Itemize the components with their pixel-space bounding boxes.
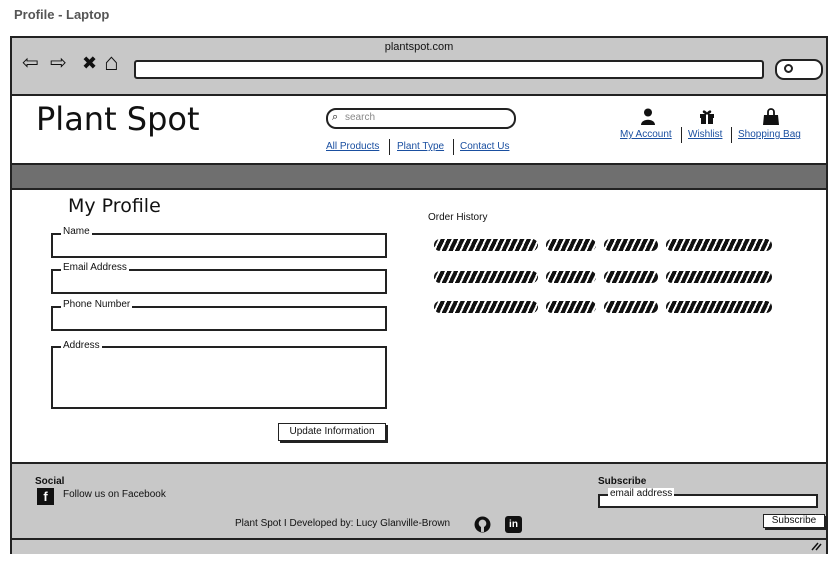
account-divider <box>681 127 682 143</box>
phone-label: Phone Number <box>61 299 133 310</box>
facebook-link[interactable]: Follow us on Facebook <box>63 489 166 500</box>
page-label: Profile - Laptop <box>14 7 110 22</box>
back-icon[interactable]: ⇦ <box>22 52 39 74</box>
order-scribble <box>546 271 596 283</box>
email-label: Email Address <box>61 262 129 273</box>
my-account-link[interactable]: My Account <box>620 129 672 140</box>
order-scribble <box>434 271 538 283</box>
subscribe-title: Subscribe <box>598 476 647 487</box>
order-history-title: Order History <box>428 212 488 223</box>
footer-credit: Plant Spot I Developed by: Lucy Glanvill… <box>235 518 451 529</box>
close-icon[interactable]: ✖ <box>82 52 97 74</box>
nav-all-products[interactable]: All Products <box>326 141 379 152</box>
facebook-icon[interactable]: f <box>37 488 54 505</box>
footer: Social f Follow us on Facebook Subscribe… <box>12 462 826 540</box>
search-input[interactable]: ⌕ search <box>326 108 516 129</box>
order-scribble <box>434 239 538 251</box>
name-field[interactable] <box>51 233 387 258</box>
wishlist-link[interactable]: Wishlist <box>688 129 722 140</box>
address-label: Address <box>61 340 102 351</box>
social-title: Social <box>35 476 65 487</box>
gift-icon[interactable] <box>699 109 715 125</box>
subscribe-button[interactable]: Subscribe <box>763 514 825 528</box>
address-field[interactable] <box>51 346 387 409</box>
site-logo[interactable]: Plant Spot <box>36 100 200 138</box>
update-information-button[interactable]: Update Information <box>278 423 386 441</box>
browser-search-button[interactable] <box>775 59 823 80</box>
search-placeholder: search <box>345 112 376 123</box>
user-icon[interactable] <box>640 108 656 126</box>
order-scribble <box>546 239 596 251</box>
nav-plant-type[interactable]: Plant Type <box>397 141 444 152</box>
shopping-bag-link[interactable]: Shopping Bag <box>738 129 801 140</box>
browser-window: plantspot.com ⇦ ⇨ ✖ ⌂ Plant Spot ⌕ searc… <box>10 36 828 554</box>
order-scribble <box>666 271 772 283</box>
github-icon[interactable] <box>474 516 491 533</box>
nav-divider <box>389 139 390 155</box>
browser-status-bar <box>12 538 826 554</box>
shopping-bag-icon[interactable] <box>762 108 780 126</box>
forward-icon[interactable]: ⇨ <box>50 52 67 74</box>
linkedin-icon[interactable]: in <box>505 516 522 533</box>
order-scribble <box>666 301 772 313</box>
name-label: Name <box>61 226 92 237</box>
home-icon[interactable]: ⌂ <box>104 51 119 75</box>
nav-divider <box>453 139 454 155</box>
nav-contact-us[interactable]: Contact Us <box>460 141 509 152</box>
order-scribble <box>604 271 658 283</box>
search-icon: ⌕ <box>332 111 339 123</box>
resize-handle-icon[interactable] <box>810 542 822 551</box>
nav-banner <box>12 163 826 190</box>
order-scribble <box>666 239 772 251</box>
order-scribble <box>604 239 658 251</box>
url-title: plantspot.com <box>384 41 454 53</box>
search-icon <box>784 64 793 73</box>
order-scribble <box>546 301 596 313</box>
account-divider <box>731 127 732 143</box>
order-scribble <box>604 301 658 313</box>
page-title: My Profile <box>68 195 161 217</box>
browser-chrome: plantspot.com ⇦ ⇨ ✖ ⌂ <box>12 38 826 96</box>
address-bar[interactable] <box>134 60 764 79</box>
email-subscribe-placeholder: email address <box>608 488 675 499</box>
order-scribble <box>434 301 538 313</box>
